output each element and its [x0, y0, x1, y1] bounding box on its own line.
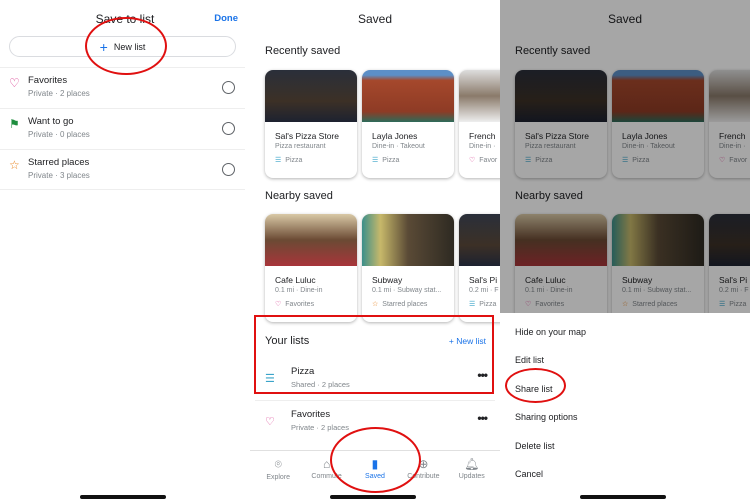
done-button[interactable]: Done [214, 13, 238, 24]
place-sub: Pizza restaurant [275, 143, 326, 150]
place-list-tag: ☰ Pizza [372, 157, 400, 164]
location-pin-icon: ⌾ [274, 457, 282, 471]
list-options-panel: Saved Recently saved Sal's Pizza Store Pi… [500, 0, 750, 500]
place-list-tag: ♡ Favorites [275, 301, 315, 308]
list-icon: ☰ [275, 157, 282, 164]
radio-button[interactable] [222, 122, 235, 135]
place-sub: Dine-in · Takeout [372, 143, 425, 150]
place-name: Subway [372, 275, 403, 285]
home-indicator [330, 495, 416, 499]
place-sub: Dine-in · [469, 143, 496, 150]
place-photo [459, 70, 500, 122]
place-card[interactable]: French Dine-in · ♡ Favor [459, 70, 500, 178]
list-name: Favorites [28, 75, 68, 86]
annotation-rectangle [254, 315, 494, 394]
nav-updates[interactable]: 🔔︎Updates [448, 451, 496, 500]
heart-icon: ♡ [275, 301, 282, 308]
place-card[interactable]: Sal's Pi 0.2 mi · F ☰ Pizza [459, 214, 500, 322]
place-name: French [469, 131, 496, 141]
place-name: Sal's Pizza Store [275, 131, 339, 141]
home-indicator [580, 495, 666, 499]
radio-button[interactable] [222, 163, 235, 176]
place-list-tag: ☰ Pizza [275, 157, 303, 164]
place-photo [459, 214, 500, 266]
radio-button[interactable] [222, 81, 235, 94]
list-name: Starred places [28, 157, 90, 168]
saved-panel: Saved Recently saved Sal's Pizza Store Pi… [250, 0, 500, 500]
place-sub: 0.1 mi · Dine-in [275, 287, 323, 294]
list-sub: Private · 3 places [28, 171, 90, 180]
menu-item[interactable]: Sharing options [515, 412, 578, 422]
list-options-sheet: Hide on your map Edit list Share list Shari… [500, 313, 750, 500]
place-name: Sal's Pi [469, 275, 498, 285]
annotation-circle [330, 427, 421, 493]
page-title: Saved [357, 12, 393, 26]
nearby-saved-heading: Nearby saved [265, 190, 333, 202]
place-name: Layla Jones [372, 131, 418, 141]
list-item[interactable]: ☆ Starred places Private · 3 places [0, 149, 245, 190]
list-sub: Private · 2 places [28, 89, 90, 98]
place-list-tag: ☰ Pizza [469, 301, 497, 308]
menu-item[interactable]: Cancel [515, 469, 543, 479]
star-icon: ☆ [9, 158, 20, 172]
place-sub: 0.1 mi · Subway stat... [372, 287, 442, 294]
bell-icon: 🔔︎ [464, 457, 480, 471]
list-name: Want to go [28, 116, 74, 127]
list-item[interactable]: ⚑ Want to go Private · 0 places [0, 108, 245, 149]
dim-overlay[interactable] [500, 0, 750, 313]
heart-icon: ♡ [9, 76, 20, 90]
place-card[interactable]: Cafe Luluc 0.1 mi · Dine-in ♡ Favorites [265, 214, 357, 322]
heart-icon: ♡ [469, 157, 476, 164]
annotation-circle [85, 17, 167, 75]
heart-icon: ♡ [265, 416, 275, 428]
place-card[interactable]: Sal's Pizza Store Pizza restaurant ☰ Pizza [265, 70, 357, 178]
list-sub: Private · 0 places [28, 130, 90, 139]
place-card[interactable]: Subway 0.1 mi · Subway stat... ☆ Starred pl… [362, 214, 454, 322]
place-sub: 0.2 mi · F [469, 287, 499, 294]
list-sub: Private · 2 places [291, 423, 349, 432]
menu-item[interactable]: Edit list [515, 355, 544, 365]
place-name: Cafe Luluc [275, 275, 316, 285]
save-to-list-panel: Save to list Done + New list ♡ Favorites Pr… [0, 0, 250, 500]
place-card[interactable]: Layla Jones Dine-in · Takeout ☰ Pizza [362, 70, 454, 178]
menu-item[interactable]: Hide on your map [515, 327, 586, 337]
more-options-icon[interactable]: ••• [477, 411, 488, 425]
star-icon: ☆ [372, 301, 379, 308]
list-name: Favorites [291, 409, 331, 420]
place-list-tag: ♡ Favor [469, 157, 498, 164]
list-icon: ☰ [372, 157, 379, 164]
place-photo [265, 70, 357, 122]
home-indicator [80, 495, 166, 499]
flag-icon: ⚑ [9, 117, 20, 131]
place-photo [362, 214, 454, 266]
place-photo [265, 214, 357, 266]
place-photo [362, 70, 454, 122]
menu-item[interactable]: Delete list [515, 441, 555, 451]
nav-explore[interactable]: ⌾Explore [254, 451, 302, 500]
recently-saved-heading: Recently saved [265, 45, 341, 57]
place-list-tag: ☆ Starred places [372, 301, 428, 308]
list-icon: ☰ [469, 301, 476, 308]
annotation-circle [505, 368, 566, 403]
